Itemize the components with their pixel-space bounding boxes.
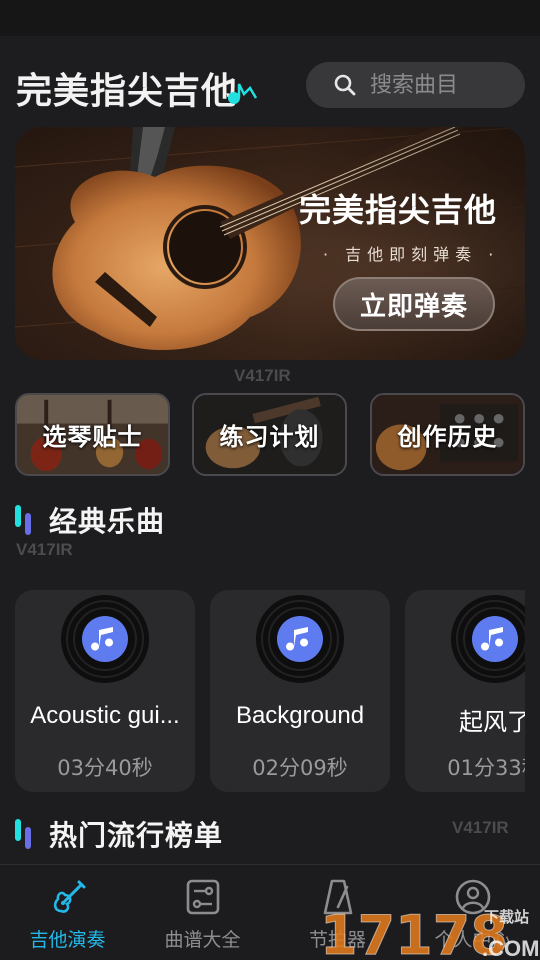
nav-item-sheet-music[interactable]: 曲谱大全 — [135, 865, 270, 960]
nav-label: 曲谱大全 — [164, 929, 241, 951]
section-marker-icon — [15, 505, 35, 535]
song-card[interactable]: Background 02分09秒 — [210, 590, 390, 792]
sheet-music-icon — [186, 879, 219, 915]
play-now-button[interactable]: 立即弹奏 — [333, 277, 495, 331]
svg-text:下载站: 下载站 — [484, 908, 529, 926]
app-title: 完美指尖吉他 — [16, 71, 239, 112]
song-card[interactable]: 起风了 01分33秒 — [405, 590, 525, 792]
search-icon — [334, 74, 356, 96]
site-watermark-logo: 17178 .COM 下载站 — [320, 904, 540, 960]
song-name: Background — [235, 702, 365, 729]
nav-item-guitar-play[interactable]: 吉他演奏 — [0, 865, 135, 960]
quick-card-practice-plan[interactable]: 练习计划 — [192, 393, 347, 476]
quick-card-label: 选琴贴士 — [42, 423, 143, 451]
search-input[interactable] — [370, 72, 510, 98]
vinyl-record-icon — [451, 595, 525, 683]
music-note-icon — [228, 83, 258, 104]
song-duration: 01分33秒 — [447, 756, 525, 780]
quick-card-creation-history[interactable]: 创作历史 — [370, 393, 525, 476]
section-title: 经典乐曲 — [49, 505, 166, 538]
watermark-text: V417IR — [452, 818, 509, 837]
guitar-icon — [53, 880, 85, 913]
quick-card-label: 练习计划 — [219, 423, 320, 451]
vinyl-record-icon — [61, 595, 149, 683]
watermark-text: V417IR — [234, 366, 291, 385]
svg-text:17178: 17178 — [320, 904, 508, 960]
nav-label: 吉他演奏 — [29, 929, 106, 951]
quick-card-label: 创作历史 — [397, 423, 498, 451]
banner-title: 完美指尖吉他 — [299, 191, 498, 229]
status-bar — [0, 0, 540, 36]
section-header-classic: 经典乐曲 — [15, 500, 165, 540]
banner-subtitle: · 吉他即刻弹奏 · — [323, 245, 500, 264]
song-card[interactable]: Acoustic gui... 03分40秒 — [15, 590, 195, 792]
song-duration: 02分09秒 — [252, 756, 348, 780]
search-bar[interactable] — [306, 62, 525, 108]
song-name: 起风了 — [459, 709, 525, 736]
song-card-clip: 起风了 01分33秒 — [405, 590, 525, 792]
section-marker-icon — [15, 819, 35, 849]
watermark-text: V417IR — [16, 540, 73, 559]
vinyl-record-icon — [256, 595, 344, 683]
hero-banner[interactable]: 完美指尖吉他 · 吉他即刻弹奏 · 立即弹奏 — [15, 127, 525, 360]
svg-text:.COM: .COM — [482, 936, 539, 960]
quick-card-guitar-tips[interactable]: 选琴贴士 — [15, 393, 170, 476]
song-duration: 03分40秒 — [57, 756, 153, 780]
song-name: Acoustic gui... — [30, 702, 180, 729]
section-title: 热门流行榜单 — [49, 819, 224, 852]
section-header-hot: 热门流行榜单 — [15, 814, 223, 854]
